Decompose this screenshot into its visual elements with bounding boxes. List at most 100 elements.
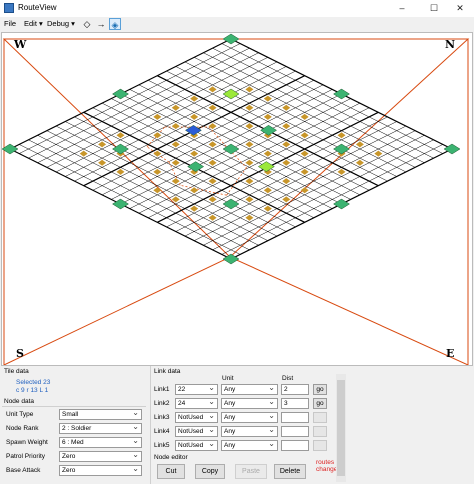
link3-go-button[interactable] [313,412,327,423]
link2-label: Link2 [154,400,170,407]
link4-go-button[interactable] [313,426,327,437]
tile-marker [98,159,107,166]
tile-marker [263,113,272,120]
tile-marker [208,178,217,185]
spawn-weight-select[interactable]: 6 : Med [59,436,142,448]
link5-dist-input[interactable] [281,440,309,451]
route-map-canvas[interactable]: W N S E [1,32,473,366]
maximize-button[interactable]: ☐ [420,1,448,15]
link2-dist-input[interactable]: 3 [281,398,309,409]
tile-marker [263,150,272,157]
link3-unit-select[interactable]: Any [221,411,278,423]
link-data-label: Link data [154,368,181,375]
tile-marker [153,113,162,120]
tile-marker [208,141,217,148]
tile-marker [337,132,346,139]
unit-type-select[interactable]: Small [59,408,142,420]
base-attack-select[interactable]: Zero [59,464,142,476]
route-node [112,88,129,100]
route-node [333,198,350,210]
tile-marker [245,159,254,166]
tile-marker [208,159,217,166]
route-node [333,88,350,100]
scrollbar-thumb[interactable] [337,380,345,476]
route-node [187,161,205,172]
link4-unit-select[interactable]: Any [221,425,278,437]
tile-marker [300,150,309,157]
link4-dist-input[interactable] [281,426,309,437]
link-data-panel: Link data Unit Dist Link1 22 Any 2 go Li… [150,366,341,484]
compass-east: E [446,347,455,360]
patrol-priority-select[interactable]: Zero [59,450,142,462]
link5-go-button[interactable] [313,440,327,451]
node-editor-label: Node editor [154,454,188,461]
window-title: RouteView [18,3,57,12]
tile-coords: c 9 r 13 L 1 [16,387,49,394]
isometric-map[interactable] [2,33,472,365]
link3-dist-input[interactable] [281,412,309,423]
unit-type-label: Unit Type [6,411,34,418]
link3-dest-select[interactable]: NotUsed [175,411,218,423]
tile-marker [98,141,107,148]
link2-unit-select[interactable]: Any [221,397,278,409]
node-rank-select[interactable]: 2 : Soldier [59,422,142,434]
tile-marker [245,214,254,221]
tile-marker [282,104,291,111]
tile-marker [263,187,272,194]
delete-button[interactable]: Delete [274,464,306,479]
compass-south: S [16,347,24,360]
link5-dest-select[interactable]: NotUsed [175,439,218,451]
panel-scrollbar[interactable] [336,374,346,482]
tile-marker [171,178,180,185]
tile-marker [263,205,272,212]
paste-button[interactable]: Paste [235,464,267,479]
node-rank-label: Node Rank [6,425,39,432]
diamond-icon[interactable]: ◇ [81,18,93,30]
tile-marker [171,123,180,130]
link5-unit-select[interactable]: Any [221,439,278,451]
link1-dest-select[interactable]: 22 [175,383,218,395]
tile-marker [245,123,254,130]
tile-marker [171,104,180,111]
cut-button[interactable]: Cut [157,464,185,479]
link4-dest-select[interactable]: NotUsed [175,425,218,437]
tile-marker [300,132,309,139]
tile-marker [282,196,291,203]
tile-marker [245,196,254,203]
panel-divider [150,366,151,484]
tile-marker [282,141,291,148]
link1-unit-select[interactable]: Any [221,383,278,395]
link1-dist-input[interactable]: 2 [281,384,309,395]
menu-edit[interactable]: Edit ▾ [24,19,43,28]
tile-marker [208,214,217,221]
spawn-weight-label: Spawn Weight [6,439,48,446]
tile-marker [300,187,309,194]
tile-marker [171,141,180,148]
tile-data-label: Tile data [4,368,29,375]
tile-marker [282,123,291,130]
tile-selected: Selected 23 [16,379,51,386]
tile-marker [208,86,217,93]
node-data-label: Node data [4,398,34,405]
left-panel: Tile data Selected 23 c 9 r 13 L 1 Node … [0,366,150,484]
minimize-button[interactable]: – [388,1,416,15]
menu-file[interactable]: File [4,19,16,28]
link1-go-button[interactable]: go [313,384,327,395]
title-bar: RouteView – ☐ ✕ [0,0,474,17]
tile-marker [153,132,162,139]
tile-marker [374,150,383,157]
tile-marker [245,86,254,93]
route-nodes [2,33,461,265]
menu-debug[interactable]: Debug ▾ [47,19,75,28]
target-icon[interactable]: ◈ [109,18,121,30]
link2-go-button[interactable]: go [313,398,327,409]
arrow-right-icon[interactable]: → [95,18,107,30]
tile-marker [300,168,309,175]
route-node [222,198,240,210]
tile-marker [153,187,162,194]
copy-button[interactable]: Copy [195,464,225,479]
compass-north: N [445,38,456,51]
close-button[interactable]: ✕ [446,1,474,15]
patrol-priority-label: Patrol Priority [6,453,46,460]
link2-dest-select[interactable]: 24 [175,397,218,409]
